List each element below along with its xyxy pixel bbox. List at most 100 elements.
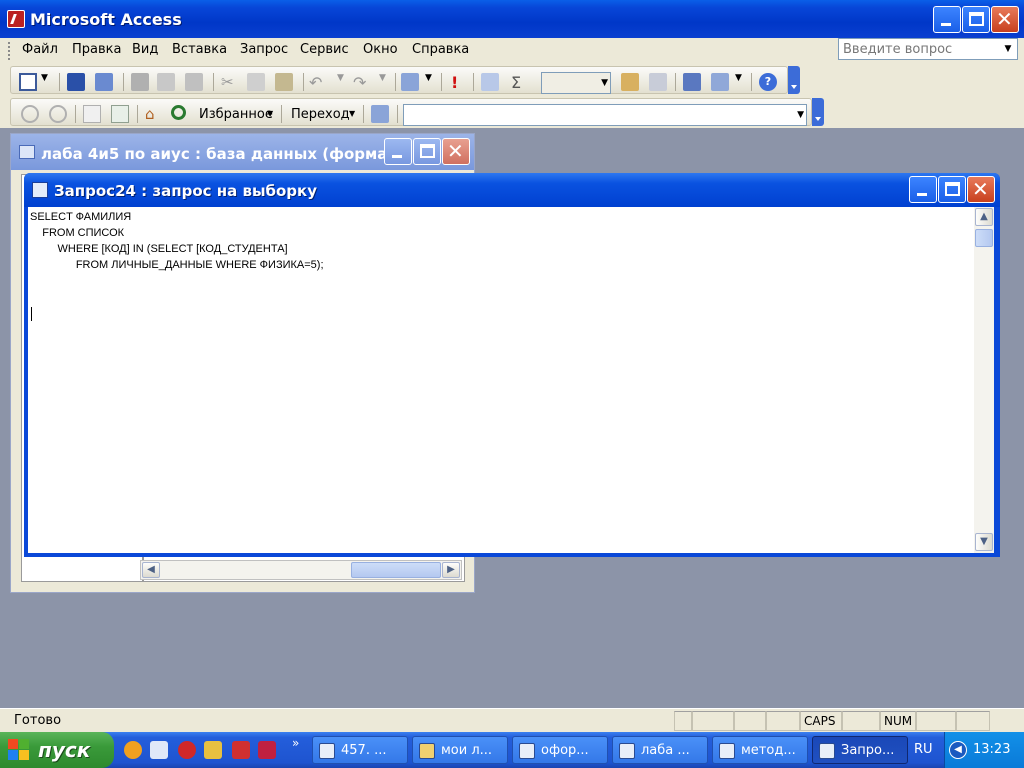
copy-icon[interactable] xyxy=(247,73,265,91)
task-button[interactable]: метод... xyxy=(712,736,808,764)
print-icon[interactable] xyxy=(131,73,149,91)
save-icon[interactable] xyxy=(67,73,85,91)
home-icon[interactable]: ⌂ xyxy=(145,105,163,123)
toolbar-options-button[interactable] xyxy=(788,66,800,94)
new-object-dropdown-icon[interactable]: ▼ xyxy=(735,73,745,91)
build-icon[interactable] xyxy=(649,73,667,91)
status-cell xyxy=(734,711,766,731)
undo-dropdown-icon[interactable]: ▼ xyxy=(337,73,347,91)
chevron-down-icon[interactable]: ▼ xyxy=(601,75,608,91)
maximize-icon xyxy=(420,144,435,158)
menu-query[interactable]: Запрос xyxy=(240,42,288,57)
view-icon[interactable] xyxy=(19,73,37,91)
db-maximize-button[interactable] xyxy=(413,138,441,165)
scroll-right-button[interactable]: ▶ xyxy=(442,562,460,578)
goto-menu[interactable]: Переход xyxy=(291,107,350,122)
task-button[interactable]: офор... xyxy=(512,736,608,764)
redo-icon[interactable]: ↷ xyxy=(353,73,371,92)
hscroll-thumb[interactable] xyxy=(351,562,441,578)
menu-insert[interactable]: Вставка xyxy=(172,42,227,57)
chevron-down-icon[interactable]: ▼ xyxy=(1001,41,1015,57)
show-hidden-icons-icon[interactable]: ◀ xyxy=(949,741,967,759)
favorites-dropdown-icon[interactable]: ▼ xyxy=(267,109,273,118)
query-window-title-bar[interactable]: Запрос24 : запрос на выборку ✕ xyxy=(24,173,1000,207)
menu-grip[interactable] xyxy=(8,42,11,60)
top-values-combo[interactable]: ▼ xyxy=(541,72,611,94)
chevron-down-icon[interactable]: ▼ xyxy=(797,107,804,123)
app-title-bar[interactable]: Microsoft Access ✕ xyxy=(0,0,1024,38)
cut-icon[interactable]: ✂ xyxy=(221,73,239,91)
scroll-left-button[interactable]: ◀ xyxy=(142,562,160,578)
opera-icon[interactable] xyxy=(178,741,196,759)
spelling-icon[interactable] xyxy=(185,73,203,91)
menu-file[interactable]: Файл xyxy=(22,42,58,57)
object-list-hscrollbar[interactable]: ◀ ▶ xyxy=(140,560,462,580)
help-icon[interactable]: ? xyxy=(759,73,777,91)
query-close-button[interactable]: ✕ xyxy=(967,176,995,203)
address-combo[interactable]: ▼ xyxy=(403,104,807,126)
show-only-web-toolbar-icon[interactable] xyxy=(371,105,389,123)
db-close-button[interactable]: ✕ xyxy=(442,138,470,165)
close-icon: ✕ xyxy=(972,177,989,201)
query-type-icon[interactable] xyxy=(401,73,419,91)
vscroll-thumb[interactable] xyxy=(975,229,993,247)
search-files-icon[interactable] xyxy=(95,73,113,91)
scroll-down-button[interactable]: ▼ xyxy=(975,533,993,551)
menu-tools[interactable]: Сервис xyxy=(300,42,349,57)
favorites-menu[interactable]: Избранное xyxy=(199,107,273,122)
app-minimize-button[interactable] xyxy=(933,6,961,33)
refresh-icon[interactable] xyxy=(111,105,129,123)
separator xyxy=(363,105,364,123)
query-maximize-button[interactable] xyxy=(938,176,966,203)
search-web-icon[interactable] xyxy=(171,105,186,120)
task-button[interactable]: мои л... xyxy=(412,736,508,764)
forward-icon[interactable] xyxy=(49,105,67,123)
menu-view[interactable]: Вид xyxy=(132,42,158,57)
totals-icon[interactable]: Σ xyxy=(511,73,529,92)
menu-edit[interactable]: Правка xyxy=(72,42,121,57)
query-type-dropdown-icon[interactable]: ▼ xyxy=(425,73,435,91)
menu-help[interactable]: Справка xyxy=(412,42,469,57)
redo-dropdown-icon[interactable]: ▼ xyxy=(379,73,389,91)
quicklaunch-tool-icon[interactable] xyxy=(204,741,222,759)
goto-dropdown-icon[interactable]: ▼ xyxy=(349,109,355,118)
language-indicator[interactable]: RU xyxy=(914,742,933,757)
show-table-icon[interactable] xyxy=(481,73,499,91)
query-minimize-button[interactable] xyxy=(909,176,937,203)
database-window-title-bar[interactable]: лаба 4и5 по аиус : база данных (формат..… xyxy=(11,134,474,170)
start-button[interactable]: пуск xyxy=(0,732,114,768)
run-icon[interactable]: ! xyxy=(451,73,469,92)
task-label: Запро... xyxy=(841,743,895,758)
task-button[interactable]: 457. ... xyxy=(312,736,408,764)
paste-icon[interactable] xyxy=(275,73,293,91)
app-close-button[interactable]: ✕ xyxy=(991,6,1019,33)
query-window[interactable]: Запрос24 : запрос на выборку ✕ SELECT ФА… xyxy=(24,173,1000,557)
sql-editor[interactable]: SELECT ФАМИЛИЯ FROM СПИСОК WHERE [КОД] I… xyxy=(28,207,974,553)
db-minimize-button[interactable] xyxy=(384,138,412,165)
sql-editor-vscrollbar[interactable]: ▲ ▼ xyxy=(974,207,994,553)
sql-text[interactable]: SELECT ФАМИЛИЯ FROM СПИСОК WHERE [КОД] I… xyxy=(30,209,324,273)
undo-icon[interactable]: ↶ xyxy=(309,73,327,92)
query-window-title: Запрос24 : запрос на выборку xyxy=(54,182,317,200)
web-toolbar-options-button[interactable] xyxy=(812,98,824,126)
back-icon[interactable] xyxy=(21,105,39,123)
task-button[interactable]: лаба ... xyxy=(612,736,708,764)
quicklaunch-app-icon[interactable] xyxy=(258,741,276,759)
menu-window[interactable]: Окно xyxy=(363,42,398,57)
scroll-up-button[interactable]: ▲ xyxy=(975,208,993,226)
database-window-icon[interactable] xyxy=(683,73,701,91)
task-button-active[interactable]: Запро... xyxy=(812,736,908,764)
quicklaunch-more-icon[interactable]: » xyxy=(292,736,299,750)
new-object-icon[interactable] xyxy=(711,73,729,91)
stop-icon[interactable] xyxy=(83,105,101,123)
properties-icon[interactable] xyxy=(621,73,639,91)
acrobat-icon[interactable] xyxy=(232,741,250,759)
help-question-input[interactable]: Введите вопрос ▼ xyxy=(838,38,1018,60)
media-player-icon[interactable] xyxy=(124,741,142,759)
desktop-icon[interactable] xyxy=(150,741,168,759)
app-maximize-button[interactable] xyxy=(962,6,990,33)
print-preview-icon[interactable] xyxy=(157,73,175,91)
view-dropdown-icon[interactable]: ▼ xyxy=(41,73,51,91)
clock[interactable]: 13:23 xyxy=(973,742,1010,757)
web-toolbar-row: ⌂ Избранное ▼ Переход ▼ ▼ xyxy=(0,96,1024,128)
